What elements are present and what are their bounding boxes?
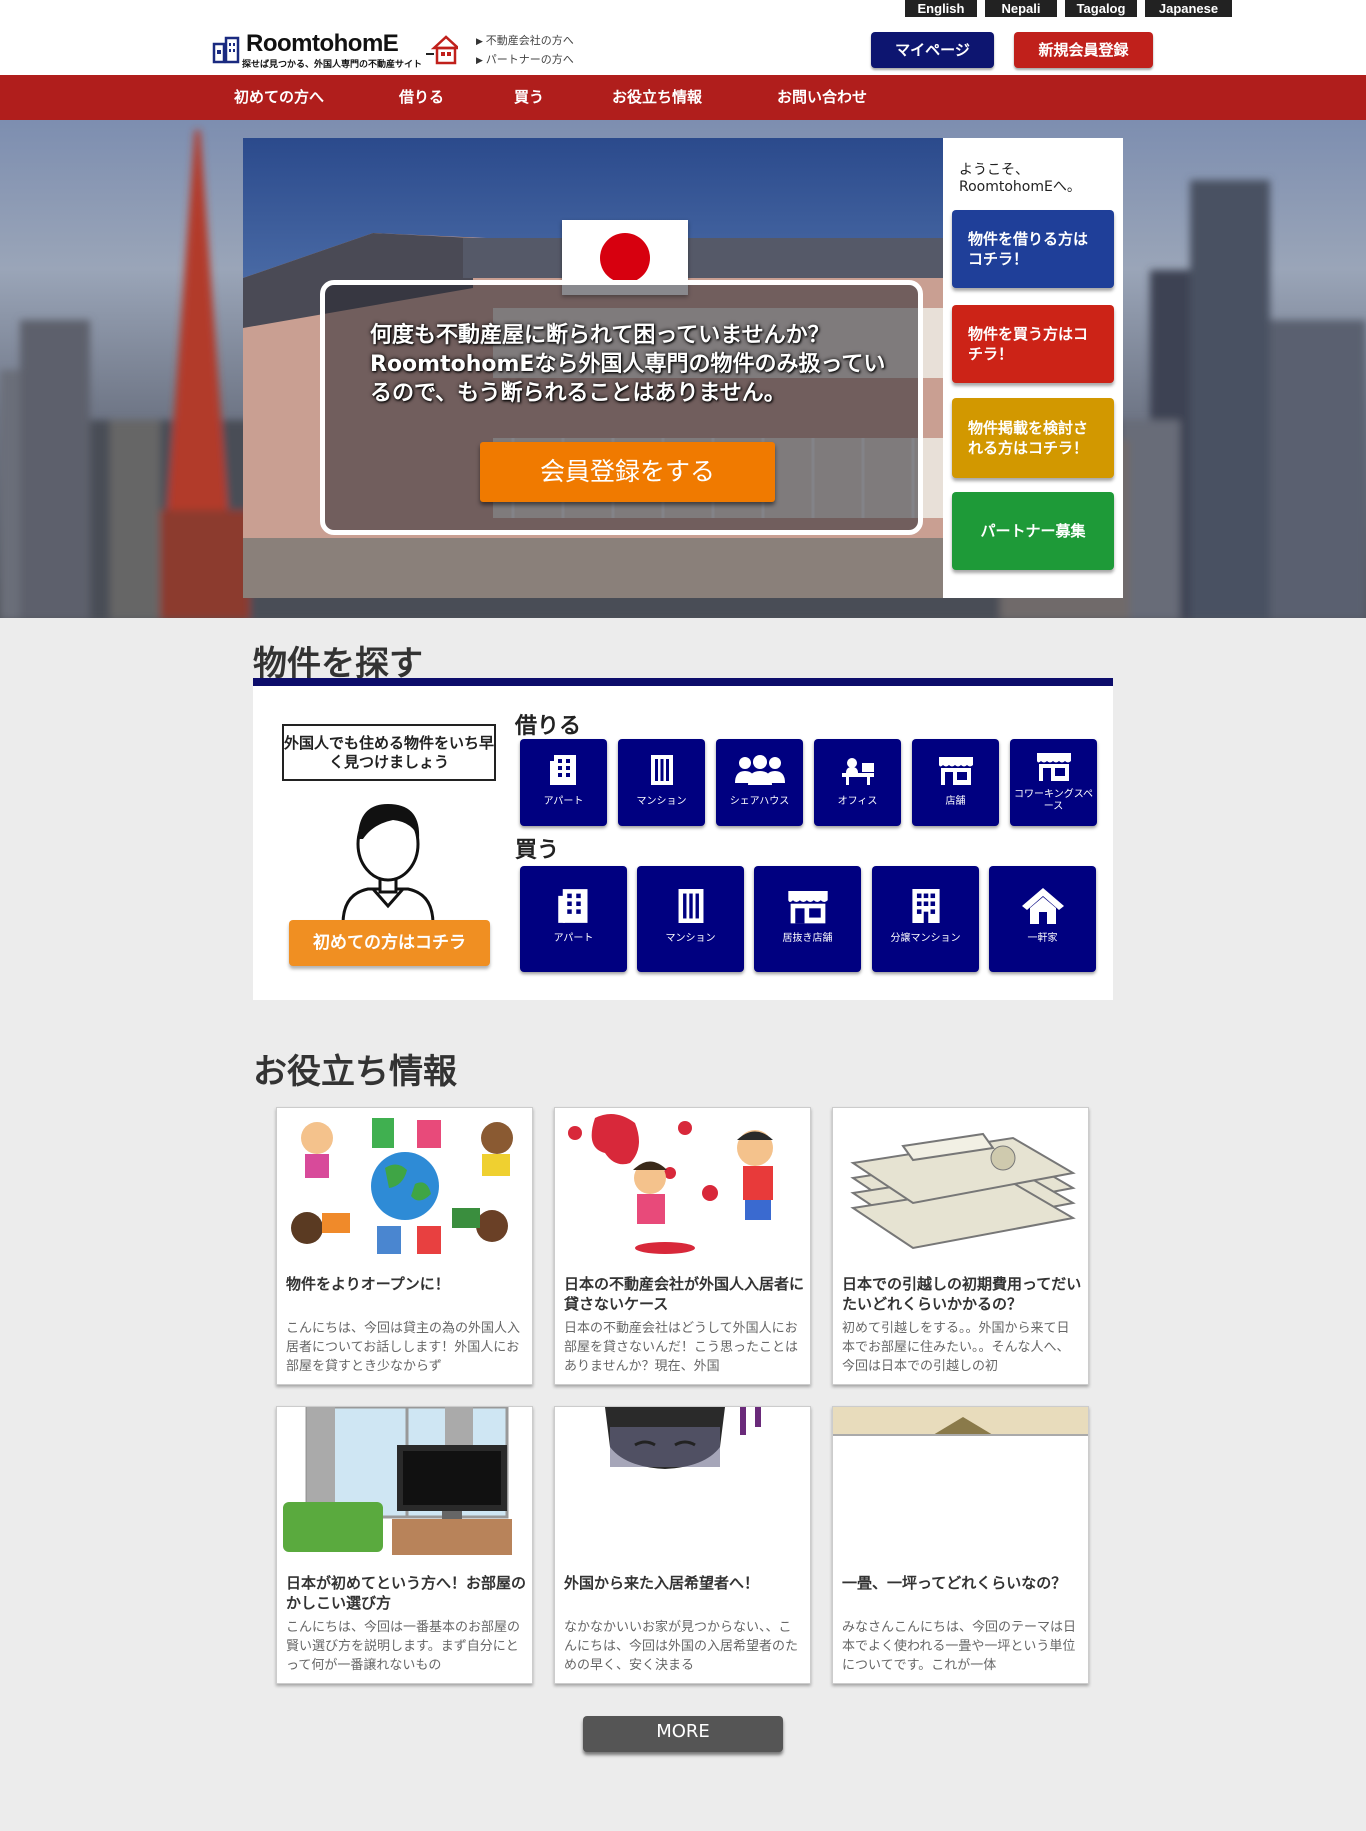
site-logo[interactable]: RoomtohomE 探せば見つかる、外国人専門の不動産サイト [212,30,458,70]
rent-group-label: 借りる [515,714,582,739]
apartment-icon [557,889,587,923]
rent-tile-mansion[interactable]: マンション [618,739,705,826]
office-icon [841,758,874,785]
nav-item-buy[interactable]: 買う [514,75,544,120]
hero-message-box: 何度も不動産屋に断られて困っていませんか？RoomtohomEなら外国人専門の物… [320,280,923,535]
article-card[interactable]: 日本での引越しの初期費用ってだいたいどれくらいかかるの？ 初めて引越しをする。。… [832,1107,1089,1385]
article-excerpt: 初めて引越しをする。。外国から来て日本でお部屋に住みたい。。そんな人へ、今回は日… [842,1321,1070,1374]
rent-tile-apartment[interactable]: アパート [520,739,607,826]
article-card[interactable]: 日本が初めてという方へ！お部屋のかしこい選び方 こんにちは、今回は一番基本のお部… [276,1406,533,1684]
sharehouse-icon [734,755,785,785]
nav-item-useful-info[interactable]: お役立ち情報 [612,75,702,120]
lang-english-button[interactable]: English [905,0,977,17]
article-title: 外国から来た入居希望者へ！ [564,1574,760,1592]
tile-label: アパート [543,796,584,807]
tile-label: コワーキングスペース [1014,789,1093,812]
buy-group-label: 買う [515,838,560,863]
article-image-world-children [277,1108,532,1263]
first-time-button[interactable]: 初めての方はコチラ [289,920,490,966]
tile-label: オフィス [837,796,878,807]
hero-message: 何度も不動産屋に断られて困っていませんか？RoomtohomEなら外国人専門の物… [370,323,886,406]
tile-label: 店舗 [945,796,966,807]
article-excerpt: なかなかいいお家が見つからない、、こんにちは、今回は外国の入居希望者のための早く… [564,1620,799,1673]
partner-recruit-button[interactable]: パートナー募集 [952,492,1114,570]
language-bar: English Nepali Tagalog Japanese [905,0,1232,17]
buy-tile-mansion[interactable]: マンション [637,866,744,972]
buy-tile-condo[interactable]: 分譲マンション [872,866,979,972]
nav-item-rent[interactable]: 借りる [399,75,444,120]
rent-tile-store[interactable]: 店舗 [912,739,999,826]
person-illustration [341,804,435,924]
nav-item-contact[interactable]: お問い合わせ [777,75,867,120]
tile-label: アパート [553,933,594,944]
article-card[interactable]: 外国から来た入居希望者へ！ なかなかいいお家が見つからない、、こんにちは、今回は… [554,1406,811,1684]
lang-japanese-button[interactable]: Japanese [1145,0,1232,17]
hero-sidebar: ようこそ、RoomtohomEへ。 物件を借りる方はコチラ！ 物件を買う方はコチ… [943,138,1123,598]
apartment-icon [549,755,576,785]
article-title: 物件をよりオープンに！ [286,1275,450,1293]
article-image-troubled-person [555,1407,810,1562]
building-logo-icon [212,36,240,64]
nav-item-first-time[interactable]: 初めての方へ [234,75,324,120]
realestate-company-link[interactable]: 不動産会社の方へ [476,32,574,51]
article-image-money-stack [833,1108,1088,1263]
sub-links: 不動産会社の方へ パートナーの方へ [476,32,574,70]
rent-property-button[interactable]: 物件を借りる方はコチラ！ [952,210,1114,288]
article-card[interactable]: 日本の不動産会社が外国人入居者に貸さないケース 日本の不動産会社はどうして外国人… [554,1107,811,1385]
tile-label: 分譲マンション [890,933,961,944]
articles-section-title: お役立ち情報 [253,1052,457,1092]
speech-bubble: 外国人でも住める物件をいち早く見つけましょう [282,724,496,781]
article-excerpt: 日本の不動産会社はどうして外国人にお部屋を貸さないんだ！こう思ったことはありませ… [564,1321,799,1374]
rent-tile-coworking[interactable]: コワーキングスペース [1010,739,1097,826]
house-logo-icon [426,35,458,65]
buy-tile-house[interactable]: 一軒家 [989,866,1096,972]
rent-tile-office[interactable]: オフィス [814,739,901,826]
tile-label: 居抜き店舗 [782,933,833,944]
rent-tile-sharehouse[interactable]: シェアハウス [716,739,803,826]
more-button[interactable]: MORE [583,1716,783,1752]
hero-photo-apartment: 何度も不動産屋に断られて困っていませんか？RoomtohomEなら外国人専門の物… [243,138,943,598]
lang-tagalog-button[interactable]: Tagalog [1065,0,1137,17]
article-excerpt: みなさんこんにちは、今回のテーマは日本でよく使われる一畳や一坪という単位について… [842,1620,1077,1673]
welcome-text: ようこそ、RoomtohomEへ。 [959,162,1081,195]
house-icon [1021,888,1064,924]
article-image-tomato-fight [555,1108,810,1263]
lang-nepali-button[interactable]: Nepali [985,0,1057,17]
flag-sun-icon [600,233,650,283]
article-title: 日本が初めてという方へ！お部屋のかしこい選び方 [286,1574,527,1612]
site-header: English Nepali Tagalog Japanese Roomtoho… [0,0,1366,75]
mypage-button[interactable]: マイページ [871,32,994,68]
article-excerpt: こんにちは、今回は貸主の為の外国人入居者についてお話しします！外国人にお部屋を貸… [286,1321,521,1374]
hero-register-button[interactable]: 会員登録をする [480,442,775,502]
tile-label: 一軒家 [1027,933,1058,944]
logo-title: RoomtohomE [246,30,399,57]
article-title: 一畳、一坪ってどれくらいなの？ [842,1574,1067,1592]
tile-label: シェアハウス [729,796,790,807]
article-card[interactable]: 物件をよりオープンに！ こんにちは、今回は貸主の為の外国人入居者についてお話しし… [276,1107,533,1385]
coworking-icon [1036,753,1071,781]
logo-subtitle: 探せば見つかる、外国人専門の不動産サイト [242,60,423,70]
buy-property-button[interactable]: 物件を買う方はコチラ！ [952,305,1114,383]
mansion-icon [678,889,703,923]
condo-icon [911,889,940,923]
main-nav: 初めての方へ 借りる 買う お役立ち情報 お問い合わせ [0,75,1366,120]
article-excerpt: こんにちは、今回は一番基本のお部屋の賢い選び方を説明します。まず自分にとって何が… [286,1620,521,1673]
article-title: 日本での引越しの初期費用ってだいたいどれくらいかかるの？ [842,1275,1082,1313]
buy-tile-store[interactable]: 居抜き店舗 [754,866,861,972]
tile-label: マンション [636,796,687,807]
article-image-tatami [833,1407,1088,1562]
search-panel: 外国人でも住める物件をいち早く見つけましょう 初めての方はコチラ 借りる 買う … [253,678,1113,1000]
article-title: 日本の不動産会社が外国人入居者に貸さないケース [564,1275,805,1313]
store-icon [787,890,828,924]
list-property-button[interactable]: 物件掲載を検討される方はコチラ！ [952,398,1114,478]
tile-label: マンション [665,933,716,944]
store-icon [938,757,973,785]
mansion-icon [650,755,673,785]
buy-tile-apartment[interactable]: アパート [520,866,627,972]
partner-link[interactable]: パートナーの方へ [476,51,574,70]
register-button[interactable]: 新規会員登録 [1014,32,1153,68]
article-image-living-room [277,1407,532,1562]
article-card[interactable]: 一畳、一坪ってどれくらいなの？ みなさんこんにちは、今回のテーマは日本でよく使わ… [832,1406,1089,1684]
